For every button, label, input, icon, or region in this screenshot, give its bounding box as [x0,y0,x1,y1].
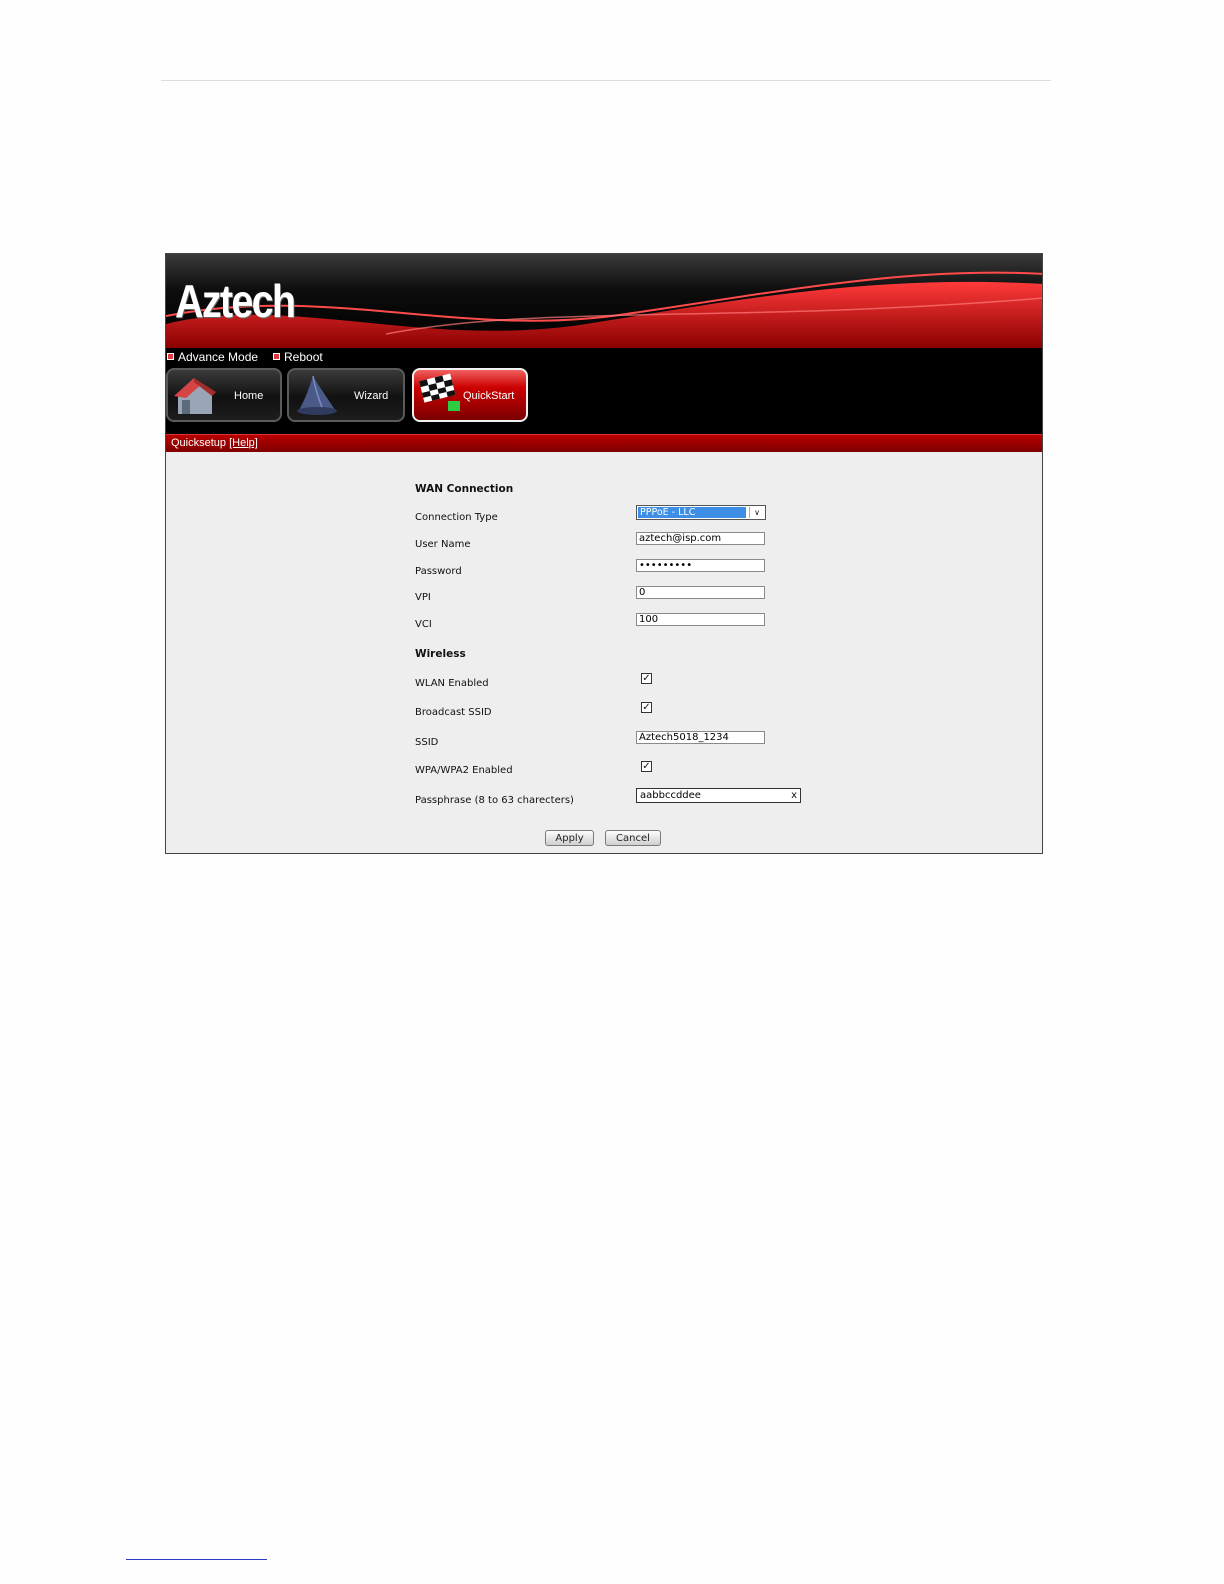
wireless-heading: Wireless [415,648,466,660]
vci-label: VCI [415,619,432,630]
broadcast-ssid-checkbox[interactable]: ✓ [641,702,652,713]
section-title: Quicksetup [Help] [171,437,258,449]
passphrase-label: Passphrase (8 to 63 charecters) [415,795,574,806]
advance-mode-link[interactable]: Advance Mode [167,350,258,364]
nav-home-label: Home [234,390,264,402]
section-header: Quicksetup [Help] [166,434,1042,453]
clear-icon[interactable]: x [791,789,797,802]
broadcast-ssid-label: Broadcast SSID [415,707,492,718]
advance-mode-label: Advance Mode [178,350,259,364]
bullet-icon [273,353,280,360]
nav-wizard-button[interactable]: Wizard [287,368,405,422]
nav-quickstart-label: QuickStart [463,390,515,402]
nav-quickstart-button[interactable]: QuickStart [412,368,528,422]
wlan-enabled-checkbox[interactable]: ✓ [641,673,652,684]
password-input[interactable] [636,559,765,572]
aztech-logo: Aztech [175,275,296,327]
header-rule [161,80,1051,81]
nav-wizard-label: Wizard [354,390,389,402]
bullet-icon [167,353,174,360]
wlan-enabled-label: WLAN Enabled [415,678,489,689]
vpi-label: VPI [415,592,431,603]
footer-link-rule [126,1559,267,1560]
nav-home-button[interactable]: Home [166,368,282,422]
checkered-flag-icon [419,373,460,411]
wpa-enabled-checkbox[interactable]: ✓ [641,761,652,772]
help-link[interactable]: [Help] [229,437,258,449]
wizard-hat-icon [297,375,337,415]
router-admin-window: Aztech Advance Mode Reboot Home Wizard Q… [165,253,1043,854]
apply-button[interactable]: Apply [545,830,594,846]
vpi-input[interactable] [636,586,765,599]
reboot-label: Reboot [284,350,323,364]
reboot-link[interactable]: Reboot [273,350,323,364]
connection-type-label: Connection Type [415,512,498,523]
ssid-label: SSID [415,737,439,748]
wpa-enabled-label: WPA/WPA2 Enabled [415,765,513,776]
chevron-down-icon: ∨ [749,507,764,518]
passphrase-field: x [636,788,801,803]
ssid-input[interactable] [636,731,765,744]
password-label: Password [415,566,462,577]
vci-input[interactable] [636,613,765,626]
banner-swoosh [166,271,1042,348]
wan-connection-heading: WAN Connection [415,483,514,495]
banner: Aztech [166,254,1042,348]
user-name-label: User Name [415,539,471,550]
user-name-input[interactable] [636,532,765,545]
connection-type-value: PPPoE - LLC [638,507,746,518]
top-links: Advance Mode Reboot [166,350,1042,366]
quicksetup-form: WAN Connection Connection Type PPPoE - L… [166,452,1042,853]
cancel-button[interactable]: Cancel [605,830,661,846]
passphrase-input[interactable] [638,789,790,802]
house-icon [174,378,216,414]
connection-type-select[interactable]: PPPoE - LLC ∨ [636,505,766,520]
section-title-text: Quicksetup [171,437,227,449]
